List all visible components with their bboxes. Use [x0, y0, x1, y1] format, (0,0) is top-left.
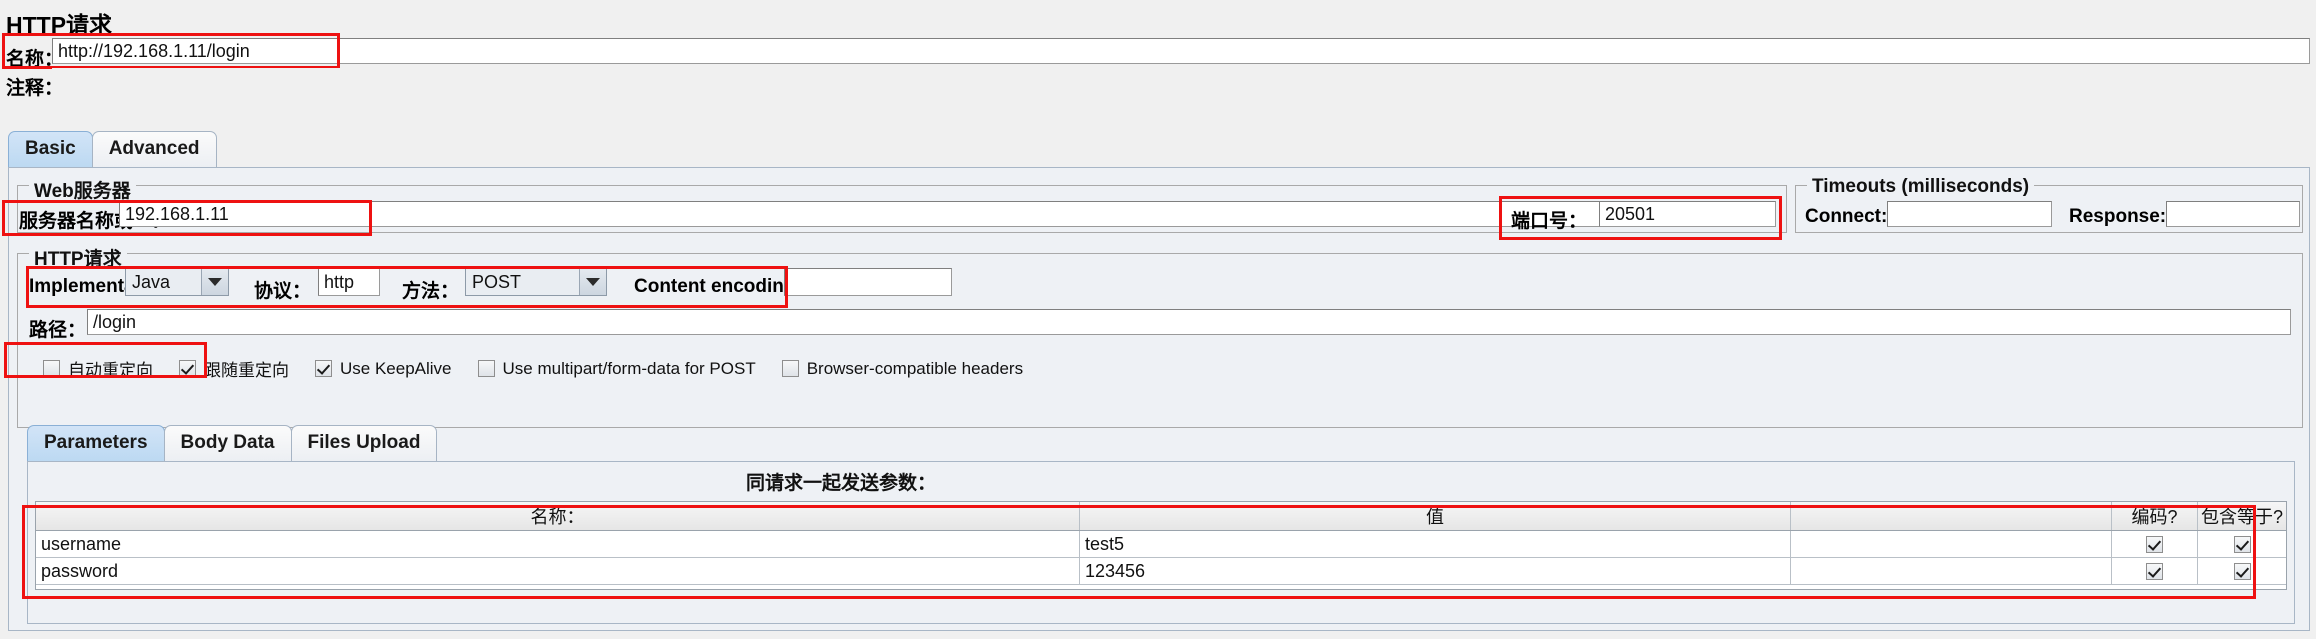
name-input[interactable]: http://192.168.1.11/login [52, 38, 2310, 64]
checkbox-auto-redirect-box[interactable] [43, 360, 60, 377]
column-header-encode[interactable]: 编码? [2112, 502, 2198, 530]
implementation-select-value: Java [126, 269, 201, 295]
request-options-row: 自动重定向 跟随重定向 Use KeepAlive Use multipart/… [43, 356, 1049, 381]
method-select-value: POST [466, 269, 579, 295]
tab-files-upload[interactable]: Files Upload [290, 425, 438, 461]
http-request-group-title: HTTP请求 [29, 244, 127, 271]
checkbox-browser-compatible-headers-label: Browser-compatible headers [806, 358, 1024, 378]
tab-body-data[interactable]: Body Data [163, 425, 292, 461]
protocol-input[interactable]: http [318, 268, 380, 296]
checkbox-follow-redirect-label: 跟随重定向 [204, 361, 289, 380]
checkbox-use-multipart[interactable]: Use multipart/form-data for POST [477, 358, 756, 379]
checkbox-include-equals-box[interactable] [2233, 535, 2251, 553]
content-encoding-label: Content encoding: [634, 276, 802, 297]
cell-spacer[interactable] [1791, 558, 2112, 584]
table-row[interactable]: username test5 [36, 531, 2286, 558]
cell-include-equals[interactable] [2198, 531, 2286, 557]
path-label: 路径： [29, 320, 87, 341]
path-input[interactable]: /login [87, 309, 2291, 335]
protocol-label: 协议： [254, 281, 312, 302]
checkbox-use-keepalive-box[interactable] [315, 360, 332, 377]
checkbox-encode-box[interactable] [2146, 535, 2163, 553]
basic-tab-panel: Web服务器 服务器名称或IP： 192.168.1.11 端口号： 20501… [8, 167, 2310, 631]
tab-parameters[interactable]: Parameters [27, 425, 165, 461]
tab-advanced[interactable]: Advanced [91, 131, 217, 167]
checkbox-encode-box[interactable] [2146, 562, 2163, 580]
checkbox-use-multipart-label: Use multipart/form-data for POST [502, 358, 756, 378]
checkbox-auto-redirect-label: 自动重定向 [68, 361, 153, 380]
checkbox-use-keepalive[interactable]: Use KeepAlive [315, 359, 452, 379]
parameter-tabs: Parameters Body Data Files Upload [27, 425, 438, 461]
main-tabs: Basic Advanced [8, 131, 217, 167]
port-label: 端口号： [1511, 211, 1588, 232]
cell-value[interactable]: 123456 [1080, 558, 1791, 584]
column-header-name[interactable]: 名称： [36, 502, 1080, 530]
parameters-table: 名称： 值 编码? 包含等于? username test5 password [35, 501, 2287, 590]
column-header-spacer[interactable] [1791, 502, 2112, 530]
method-select[interactable]: POST [465, 268, 607, 296]
table-row[interactable]: password 123456 [36, 558, 2286, 585]
column-header-value[interactable]: 值 [1080, 502, 1791, 530]
chevron-down-icon [579, 269, 606, 295]
cell-include-equals[interactable] [2198, 558, 2286, 584]
cell-value[interactable]: test5 [1080, 531, 1791, 557]
connect-timeout-label: Connect: [1805, 206, 1888, 227]
http-request-panel: HTTP请求 名称： http://192.168.1.11/login 注释：… [0, 0, 2316, 639]
cell-spacer[interactable] [1791, 531, 2112, 557]
checkbox-use-keepalive-label: Use KeepAlive [340, 358, 452, 378]
checkbox-follow-redirect[interactable]: 跟随重定向 [179, 356, 289, 381]
web-server-group-title: Web服务器 [29, 176, 136, 203]
timeouts-group-title: Timeouts (milliseconds) [1807, 176, 2035, 198]
cell-encode[interactable] [2112, 531, 2198, 557]
checkbox-auto-redirect[interactable]: 自动重定向 [43, 356, 153, 381]
cell-encode[interactable] [2112, 558, 2198, 584]
chevron-down-icon [201, 269, 228, 295]
column-header-include-equals[interactable]: 包含等于? [2198, 502, 2286, 530]
cell-name[interactable]: username [36, 531, 1080, 557]
port-input[interactable]: 20501 [1599, 201, 1776, 227]
tab-basic[interactable]: Basic [8, 131, 93, 167]
method-label: 方法： [402, 281, 460, 302]
checkbox-follow-redirect-box[interactable] [179, 360, 196, 377]
implementation-select[interactable]: Java [125, 268, 229, 296]
response-timeout-input[interactable] [2166, 201, 2300, 227]
content-encoding-input[interactable] [784, 268, 952, 296]
cell-name[interactable]: password [36, 558, 1080, 584]
checkbox-browser-compatible-headers[interactable]: Browser-compatible headers [781, 358, 1024, 379]
checkbox-browser-compatible-headers-box[interactable] [781, 360, 799, 377]
send-parameters-label: 同请求一起发送参数： [746, 473, 937, 494]
comment-input[interactable] [52, 68, 2310, 92]
parameters-table-header: 名称： 值 编码? 包含等于? [36, 502, 2286, 531]
connect-timeout-input[interactable] [1887, 201, 2052, 227]
page-title: HTTP请求 [6, 12, 113, 38]
response-timeout-label: Response: [2069, 206, 2167, 227]
checkbox-use-multipart-box[interactable] [477, 360, 495, 377]
checkbox-include-equals-box[interactable] [2233, 562, 2251, 580]
